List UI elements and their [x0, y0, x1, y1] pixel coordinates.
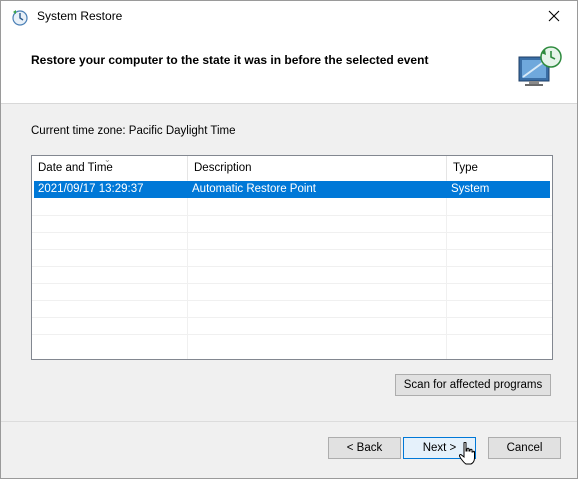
- cell-type: System: [451, 183, 490, 195]
- title-bar[interactable]: System Restore: [1, 1, 577, 31]
- close-button[interactable]: [531, 1, 577, 31]
- column-header-date-time[interactable]: ⌄ Date and Time: [32, 156, 188, 180]
- column-header-type[interactable]: Type: [447, 156, 552, 180]
- row-divider: [32, 266, 552, 267]
- footer-separator: [1, 421, 577, 422]
- system-restore-window: System Restore Restore your computer to …: [0, 0, 578, 479]
- scan-affected-programs-button[interactable]: Scan for affected programs: [395, 374, 551, 396]
- row-divider: [32, 300, 552, 301]
- cell-date-time: 2021/09/17 13:29:37: [38, 183, 144, 195]
- back-button[interactable]: < Back: [328, 437, 401, 459]
- row-divider: [32, 249, 552, 250]
- system-restore-icon: [12, 10, 28, 26]
- wizard-header: Restore your computer to the state it wa…: [1, 31, 577, 104]
- restore-monitor-icon: [518, 46, 562, 86]
- row-divider: [32, 283, 552, 284]
- window-title: System Restore: [37, 9, 123, 23]
- row-divider: [32, 215, 552, 216]
- cell-description: Automatic Restore Point: [192, 183, 317, 195]
- cancel-button[interactable]: Cancel: [488, 437, 561, 459]
- header-title: Restore your computer to the state it wa…: [31, 53, 429, 67]
- column-header-description[interactable]: Description: [188, 156, 447, 180]
- row-divider: [32, 334, 552, 335]
- column-divider: [446, 180, 447, 359]
- sort-arrow-icon: ⌄: [104, 155, 111, 164]
- close-icon: [548, 10, 560, 22]
- row-divider: [32, 232, 552, 233]
- timezone-label: Current time zone: Pacific Daylight Time: [31, 125, 236, 137]
- row-divider: [32, 317, 552, 318]
- table-row[interactable]: 2021/09/17 13:29:37 Automatic Restore Po…: [34, 181, 550, 198]
- mouse-cursor-icon: [459, 442, 475, 465]
- restore-point-list[interactable]: ⌄ Date and Time Description Type 2021/09…: [31, 155, 553, 360]
- list-header: ⌄ Date and Time Description Type: [32, 156, 552, 180]
- column-divider: [187, 180, 188, 359]
